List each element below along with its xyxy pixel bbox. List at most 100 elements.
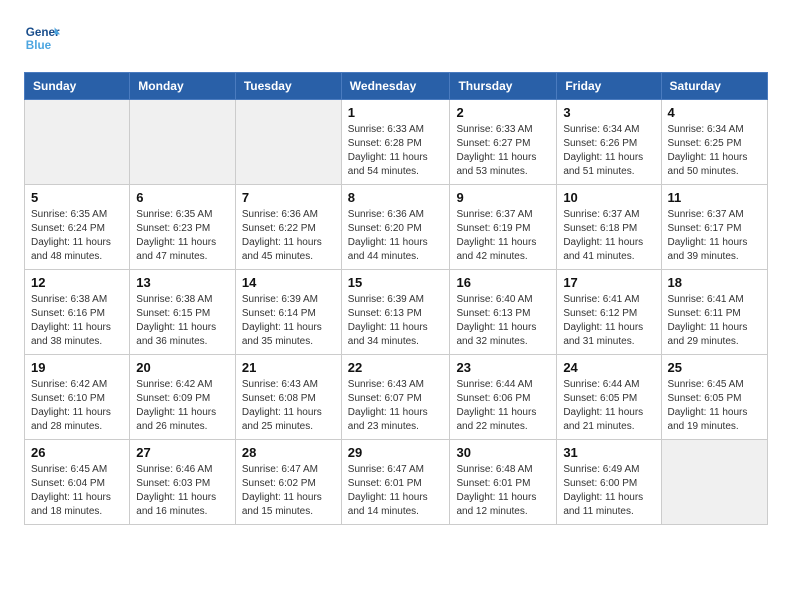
day-cell: 24Sunrise: 6:44 AM Sunset: 6:05 PM Dayli…: [557, 355, 661, 440]
day-number: 22: [348, 360, 444, 375]
day-cell: [130, 100, 236, 185]
day-number: 17: [563, 275, 654, 290]
day-cell: 6 Sunrise: 6:35 AM Sunset: 6:23 PM Daylig…: [130, 185, 236, 270]
day-number: 29: [348, 445, 444, 460]
day-number: 28: [242, 445, 335, 460]
day-info: Sunrise: 6:33 AM Sunset: 6:27 PM Dayligh…: [456, 123, 550, 179]
day-info: Sunrise: 6:41 AM Sunset: 6:12 PM Dayligh…: [563, 293, 654, 349]
day-info: Sunrise: 6:35 AM Sunset: 6:23 PM Dayligh…: [136, 208, 229, 264]
day-info: Sunrise: 6:37 AM Sunset: 6:17 PM Dayligh…: [668, 208, 761, 264]
day-info: Sunrise: 6:38 AM Sunset: 6:16 PM Dayligh…: [31, 293, 123, 349]
week-row-1: 5 Sunrise: 6:35 AM Sunset: 6:24 PM Daylig…: [25, 185, 768, 270]
day-number: 13: [136, 275, 229, 290]
day-info: Sunrise: 6:49 AM Sunset: 6:00 PM Dayligh…: [563, 463, 654, 519]
day-info: Sunrise: 6:39 AM Sunset: 6:13 PM Dayligh…: [348, 293, 444, 349]
day-info: Sunrise: 6:40 AM Sunset: 6:13 PM Dayligh…: [456, 293, 550, 349]
week-row-0: 1 Sunrise: 6:33 AM Sunset: 6:28 PM Daylig…: [25, 100, 768, 185]
col-header-wednesday: Wednesday: [341, 73, 450, 100]
day-number: 16: [456, 275, 550, 290]
logo: General Blue: [24, 20, 60, 56]
day-number: 5: [31, 190, 123, 205]
day-cell: 2 Sunrise: 6:33 AM Sunset: 6:27 PM Daylig…: [450, 100, 557, 185]
day-info: Sunrise: 6:47 AM Sunset: 6:01 PM Dayligh…: [348, 463, 444, 519]
day-info: Sunrise: 6:37 AM Sunset: 6:19 PM Dayligh…: [456, 208, 550, 264]
day-info: Sunrise: 6:42 AM Sunset: 6:10 PM Dayligh…: [31, 378, 123, 434]
day-number: 12: [31, 275, 123, 290]
calendar-table: SundayMondayTuesdayWednesdayThursdayFrid…: [24, 72, 768, 525]
day-cell: 9 Sunrise: 6:37 AM Sunset: 6:19 PM Daylig…: [450, 185, 557, 270]
day-cell: 4Sunrise: 6:34 AM Sunset: 6:25 PM Daylig…: [661, 100, 767, 185]
day-number: 6: [136, 190, 229, 205]
day-info: Sunrise: 6:44 AM Sunset: 6:05 PM Dayligh…: [563, 378, 654, 434]
day-number: 11: [668, 190, 761, 205]
day-info: Sunrise: 6:37 AM Sunset: 6:18 PM Dayligh…: [563, 208, 654, 264]
day-cell: 31 Sunrise: 6:49 AM Sunset: 6:00 PM Dayli…: [557, 440, 661, 525]
day-info: Sunrise: 6:36 AM Sunset: 6:20 PM Dayligh…: [348, 208, 444, 264]
day-cell: 27 Sunrise: 6:46 AM Sunset: 6:03 PM Dayli…: [130, 440, 236, 525]
col-header-monday: Monday: [130, 73, 236, 100]
day-number: 3: [563, 105, 654, 120]
day-number: 2: [456, 105, 550, 120]
day-cell: 17 Sunrise: 6:41 AM Sunset: 6:12 PM Dayli…: [557, 270, 661, 355]
col-header-friday: Friday: [557, 73, 661, 100]
day-cell: 23Sunrise: 6:44 AM Sunset: 6:06 PM Dayli…: [450, 355, 557, 440]
day-info: Sunrise: 6:41 AM Sunset: 6:11 PM Dayligh…: [668, 293, 761, 349]
day-number: 26: [31, 445, 123, 460]
day-info: Sunrise: 6:45 AM Sunset: 6:04 PM Dayligh…: [31, 463, 123, 519]
day-cell: [661, 440, 767, 525]
day-cell: 5 Sunrise: 6:35 AM Sunset: 6:24 PM Daylig…: [25, 185, 130, 270]
day-cell: 26 Sunrise: 6:45 AM Sunset: 6:04 PM Dayli…: [25, 440, 130, 525]
day-cell: 3 Sunrise: 6:34 AM Sunset: 6:26 PM Daylig…: [557, 100, 661, 185]
week-row-2: 12 Sunrise: 6:38 AM Sunset: 6:16 PM Dayli…: [25, 270, 768, 355]
day-cell: [25, 100, 130, 185]
day-cell: 28 Sunrise: 6:47 AM Sunset: 6:02 PM Dayli…: [235, 440, 341, 525]
day-number: 10: [563, 190, 654, 205]
day-cell: 19Sunrise: 6:42 AM Sunset: 6:10 PM Dayli…: [25, 355, 130, 440]
day-cell: 15 Sunrise: 6:39 AM Sunset: 6:13 PM Dayli…: [341, 270, 450, 355]
day-cell: 18Sunrise: 6:41 AM Sunset: 6:11 PM Dayli…: [661, 270, 767, 355]
day-number: 30: [456, 445, 550, 460]
day-info: Sunrise: 6:35 AM Sunset: 6:24 PM Dayligh…: [31, 208, 123, 264]
day-info: Sunrise: 6:38 AM Sunset: 6:15 PM Dayligh…: [136, 293, 229, 349]
day-info: Sunrise: 6:39 AM Sunset: 6:14 PM Dayligh…: [242, 293, 335, 349]
day-cell: 20 Sunrise: 6:42 AM Sunset: 6:09 PM Dayli…: [130, 355, 236, 440]
day-cell: 10 Sunrise: 6:37 AM Sunset: 6:18 PM Dayli…: [557, 185, 661, 270]
day-number: 1: [348, 105, 444, 120]
day-cell: 16 Sunrise: 6:40 AM Sunset: 6:13 PM Dayli…: [450, 270, 557, 355]
day-cell: 29 Sunrise: 6:47 AM Sunset: 6:01 PM Dayli…: [341, 440, 450, 525]
header: General Blue: [24, 20, 768, 56]
day-info: Sunrise: 6:34 AM Sunset: 6:26 PM Dayligh…: [563, 123, 654, 179]
day-cell: 1 Sunrise: 6:33 AM Sunset: 6:28 PM Daylig…: [341, 100, 450, 185]
day-cell: 25Sunrise: 6:45 AM Sunset: 6:05 PM Dayli…: [661, 355, 767, 440]
day-info: Sunrise: 6:44 AM Sunset: 6:06 PM Dayligh…: [456, 378, 550, 434]
day-number: 7: [242, 190, 335, 205]
col-header-thursday: Thursday: [450, 73, 557, 100]
day-number: 14: [242, 275, 335, 290]
day-info: Sunrise: 6:47 AM Sunset: 6:02 PM Dayligh…: [242, 463, 335, 519]
day-number: 31: [563, 445, 654, 460]
day-info: Sunrise: 6:42 AM Sunset: 6:09 PM Dayligh…: [136, 378, 229, 434]
day-cell: 7 Sunrise: 6:36 AM Sunset: 6:22 PM Daylig…: [235, 185, 341, 270]
day-info: Sunrise: 6:36 AM Sunset: 6:22 PM Dayligh…: [242, 208, 335, 264]
day-number: 27: [136, 445, 229, 460]
day-cell: 12 Sunrise: 6:38 AM Sunset: 6:16 PM Dayli…: [25, 270, 130, 355]
day-number: 20: [136, 360, 229, 375]
day-number: 15: [348, 275, 444, 290]
day-number: 9: [456, 190, 550, 205]
day-info: Sunrise: 6:33 AM Sunset: 6:28 PM Dayligh…: [348, 123, 444, 179]
page: General Blue SundayMondayTuesdayWednesda…: [0, 0, 792, 545]
col-header-tuesday: Tuesday: [235, 73, 341, 100]
day-cell: 30 Sunrise: 6:48 AM Sunset: 6:01 PM Dayli…: [450, 440, 557, 525]
calendar-header-row: SundayMondayTuesdayWednesdayThursdayFrid…: [25, 73, 768, 100]
week-row-3: 19Sunrise: 6:42 AM Sunset: 6:10 PM Dayli…: [25, 355, 768, 440]
day-cell: 21Sunrise: 6:43 AM Sunset: 6:08 PM Dayli…: [235, 355, 341, 440]
day-number: 4: [668, 105, 761, 120]
day-cell: 14 Sunrise: 6:39 AM Sunset: 6:14 PM Dayli…: [235, 270, 341, 355]
day-info: Sunrise: 6:48 AM Sunset: 6:01 PM Dayligh…: [456, 463, 550, 519]
week-row-4: 26 Sunrise: 6:45 AM Sunset: 6:04 PM Dayli…: [25, 440, 768, 525]
day-number: 8: [348, 190, 444, 205]
day-info: Sunrise: 6:45 AM Sunset: 6:05 PM Dayligh…: [668, 378, 761, 434]
svg-text:Blue: Blue: [26, 39, 52, 52]
day-info: Sunrise: 6:46 AM Sunset: 6:03 PM Dayligh…: [136, 463, 229, 519]
col-header-saturday: Saturday: [661, 73, 767, 100]
